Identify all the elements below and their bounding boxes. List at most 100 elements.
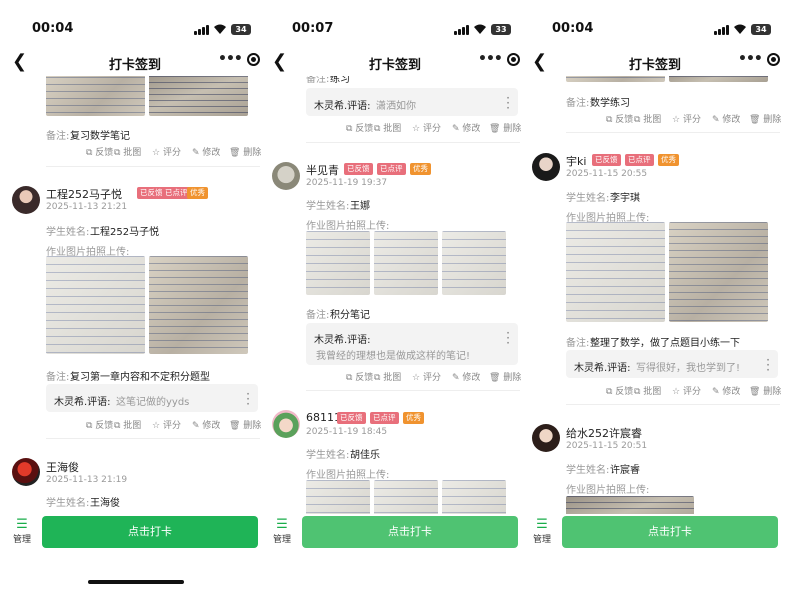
manage-button[interactable]: ☰ 管理	[268, 517, 296, 546]
edit-action[interactable]: ✎ 修改	[712, 384, 740, 397]
review-action[interactable]: ⧉ 批图	[114, 145, 141, 158]
edit-action[interactable]: ✎ 修改	[192, 418, 220, 431]
checkin-button[interactable]: 点击打卡	[302, 516, 518, 548]
rate-action[interactable]: ☆ 评分	[412, 121, 441, 134]
homework-photo[interactable]	[374, 480, 438, 514]
review-action[interactable]: ⧉ 批图	[374, 370, 401, 383]
avatar[interactable]	[532, 424, 560, 452]
delete-action[interactable]: 🗑 删除	[749, 384, 781, 397]
student-label: 学生姓名:	[566, 193, 610, 204]
checkin-feed: 备注: 复习数学笔记 ⧉ 反馈 ⧉ 批图 ☆ 评分 ✎ 修改 🗑 删除 工程25…	[4, 76, 266, 514]
homework-photo[interactable]	[442, 480, 506, 514]
checkin-button[interactable]: 点击打卡	[42, 516, 258, 548]
avatar[interactable]	[12, 186, 40, 214]
sliders-icon: ☰	[276, 517, 288, 532]
homework-photo[interactable]	[306, 231, 370, 295]
feedback-action[interactable]: ⧉ 反馈	[606, 384, 633, 397]
post-actions: ⧉ 反馈 ⧉ 批图 ☆ 评分 ✎ 修改 🗑 删除	[4, 418, 266, 432]
status-time: 00:07	[292, 21, 334, 36]
review-action[interactable]: ⧉ 批图	[634, 384, 661, 397]
feedback-action[interactable]: ⧉ 反馈	[86, 145, 113, 158]
edit-action[interactable]: ✎ 修改	[712, 112, 740, 125]
post-actions: ⧉ 反馈 ⧉ 批图 ☆ 评分 ✎ 修改 🗑 删除	[524, 384, 786, 398]
student-label: 学生姓名:	[306, 201, 350, 212]
rate-action[interactable]: ☆ 评分	[672, 112, 701, 125]
homework-photo[interactable]	[669, 76, 768, 82]
rate-action[interactable]: ☆ 评分	[672, 384, 701, 397]
teacher-comment: 木灵希.评语: 我曾经的理想也是做成这样的笔记! · · ·	[306, 323, 518, 365]
homework-photo[interactable]	[306, 480, 370, 514]
feedback-action[interactable]: ⧉ 反馈	[606, 112, 633, 125]
edit-action[interactable]: ✎ 修改	[192, 145, 220, 158]
homework-photo[interactable]	[566, 222, 665, 322]
homework-photo[interactable]	[566, 496, 694, 514]
homework-photo[interactable]	[374, 231, 438, 295]
comment-more-icon[interactable]: · · ·	[766, 354, 770, 376]
signal-icon	[714, 25, 730, 35]
manage-button[interactable]: ☰ 管理	[8, 518, 36, 546]
homework-photo[interactable]	[149, 76, 248, 116]
checkin-feed: 备注: 数学练习 ⧉ 反馈 ⧉ 批图 ☆ 评分 ✎ 修改 🗑 删除 宇ki 已反…	[524, 76, 786, 514]
edit-action[interactable]: ✎ 修改	[452, 370, 480, 383]
more-icon[interactable]: •••	[478, 51, 503, 67]
nav-bar: ❮ 打卡签到 •••	[4, 46, 266, 76]
divider	[566, 404, 780, 405]
comment-text: 写得很好，我也学到了!	[636, 363, 741, 374]
rate-action[interactable]: ☆ 评分	[412, 370, 441, 383]
delete-action[interactable]: 🗑 删除	[489, 121, 521, 134]
feedback-action[interactable]: ⧉ 反馈	[346, 121, 373, 134]
review-action[interactable]: ⧉ 批图	[374, 121, 401, 134]
feedback-tag: 已反馈	[344, 163, 373, 175]
post-username: 68111	[306, 411, 341, 424]
student-label: 学生姓名:	[566, 465, 610, 476]
sliders-icon: ☰	[536, 517, 548, 532]
post-date: 2025-11-19 19:37	[306, 178, 388, 188]
feedback-action[interactable]: ⧉ 反馈	[86, 418, 113, 431]
comment-more-icon[interactable]: · · ·	[246, 388, 250, 410]
comment-more-icon[interactable]: · · ·	[506, 92, 510, 114]
post-actions: ⧉ 反馈 ⧉ 批图 ☆ 评分 ✎ 修改 🗑 删除	[524, 112, 786, 126]
avatar[interactable]	[272, 162, 300, 190]
manage-button[interactable]: ☰ 管理	[528, 517, 556, 546]
delete-action[interactable]: 🗑 删除	[229, 418, 261, 431]
divider	[306, 390, 520, 391]
post-actions: ⧉ 反馈 ⧉ 批图 ☆ 评分 ✎ 修改 🗑 删除	[4, 145, 266, 159]
rate-action[interactable]: ☆ 评分	[152, 145, 181, 158]
student-name: 工程252马子悦	[90, 227, 160, 238]
home-indicator[interactable]	[88, 580, 184, 584]
close-capsule-icon[interactable]	[767, 53, 780, 66]
avatar[interactable]	[12, 458, 40, 486]
homework-photo[interactable]	[442, 231, 506, 295]
avatar[interactable]	[272, 410, 300, 438]
status-bar: 00:04 34	[4, 0, 266, 40]
homework-photo[interactable]	[566, 76, 665, 82]
comment-more-icon[interactable]: · · ·	[506, 327, 510, 349]
reviewed-tag: 已点评	[377, 163, 406, 175]
nav-bar: ❮ 打卡签到 •••	[524, 46, 786, 76]
feedback-action[interactable]: ⧉ 反馈	[346, 370, 373, 383]
checkin-button[interactable]: 点击打卡	[562, 516, 778, 548]
signal-icon	[194, 25, 210, 35]
homework-photo[interactable]	[46, 76, 145, 116]
student-name: 许宸睿	[610, 465, 640, 476]
comment-text: 这笔记做的yyds	[116, 397, 190, 408]
status-bar: 00:07 33	[264, 0, 526, 40]
homework-photo[interactable]	[46, 256, 145, 354]
close-capsule-icon[interactable]	[247, 53, 260, 66]
divider	[306, 142, 520, 143]
teacher-comment: 木灵希.评语: 这笔记做的yyds · · ·	[46, 384, 258, 412]
review-action[interactable]: ⧉ 批图	[114, 418, 141, 431]
homework-photo[interactable]	[669, 222, 768, 322]
close-capsule-icon[interactable]	[507, 53, 520, 66]
status-time: 00:04	[32, 21, 74, 36]
more-icon[interactable]: •••	[738, 51, 763, 67]
delete-action[interactable]: 🗑 删除	[229, 145, 261, 158]
more-icon[interactable]: •••	[218, 51, 243, 67]
delete-action[interactable]: 🗑 删除	[749, 112, 781, 125]
delete-action[interactable]: 🗑 删除	[489, 370, 521, 383]
rate-action[interactable]: ☆ 评分	[152, 418, 181, 431]
edit-action[interactable]: ✎ 修改	[452, 121, 480, 134]
avatar[interactable]	[532, 153, 560, 181]
homework-photo[interactable]	[149, 256, 248, 354]
review-action[interactable]: ⧉ 批图	[634, 112, 661, 125]
